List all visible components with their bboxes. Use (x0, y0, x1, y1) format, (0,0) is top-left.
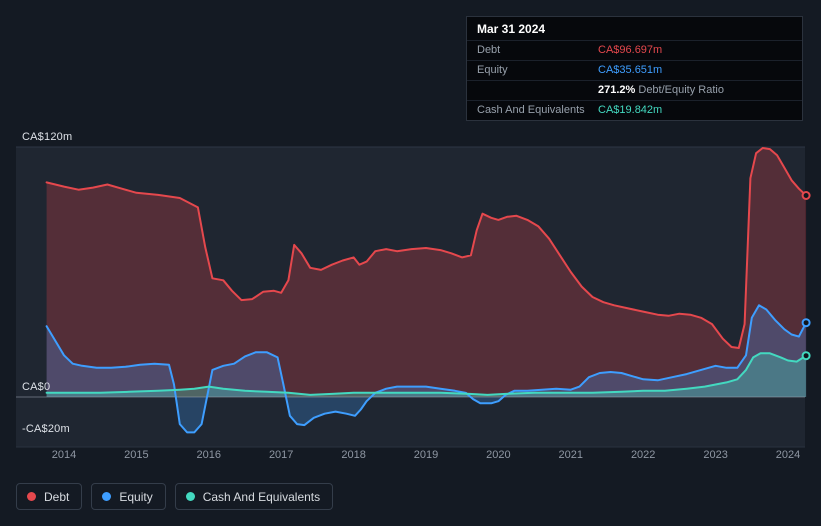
tooltip-date: Mar 31 2024 (477, 22, 546, 36)
tooltip-ratio-value: 271.2% (598, 84, 636, 96)
x-axis-label-2021: 2021 (558, 449, 584, 461)
cash-endpoint-marker (801, 351, 811, 361)
legend-item-equity[interactable]: Equity (91, 483, 166, 510)
x-axis-label-2014: 2014 (51, 449, 77, 461)
y-axis-label-120: CA$120m (22, 131, 73, 143)
debt-legend-label: Debt (44, 489, 70, 504)
tooltip-equity-label: Equity (477, 64, 508, 76)
cash-legend-label: Cash And Equivalents (202, 489, 321, 504)
x-axis-label-2017: 2017 (268, 449, 294, 461)
x-axis-label-2018: 2018 (341, 449, 366, 461)
tooltip-ratio: 271.2% Debt/Equity Ratio (598, 84, 724, 97)
tooltip-row-ratio: 271.2% Debt/Equity Ratio (467, 80, 802, 100)
tooltip-row-debt: Debt CA$96.697m (467, 40, 802, 60)
legend-item-cash[interactable]: Cash And Equivalents (174, 483, 334, 510)
x-axis-label-2019: 2019 (413, 449, 439, 461)
tooltip-row-cash: Cash And Equivalents CA$19.842m (467, 100, 802, 120)
tooltip-row-equity: Equity CA$35.651m (467, 60, 802, 80)
x-axis-label-2022: 2022 (630, 449, 656, 461)
x-axis-label-2023: 2023 (703, 449, 728, 461)
x-axis-label-2024: 2024 (775, 449, 801, 461)
equity-legend-dot (102, 492, 112, 501)
tooltip-cash-label: Cash And Equivalents (477, 104, 585, 116)
cash-legend-dot (185, 492, 195, 501)
legend-item-debt[interactable]: Debt (16, 483, 83, 510)
y-axis-label-0: CA$0 (22, 381, 51, 393)
y-axis-label--20: -CA$20m (22, 422, 70, 435)
tooltip-debt-value: CA$96.697m (598, 44, 663, 56)
tooltip-ratio-label: Debt/Equity Ratio (638, 84, 724, 96)
x-axis-label-2015: 2015 (124, 449, 149, 461)
equity-legend-label: Equity (119, 489, 153, 504)
tooltip-equity-value: CA$35.651m (598, 64, 663, 76)
debt-endpoint-marker (801, 191, 811, 200)
tooltip-debt-label: Debt (477, 44, 501, 56)
tooltip: Mar 31 2024 Debt CA$96.697m Equity CA$35… (466, 16, 803, 121)
legend: Debt Equity Cash And Equivalents (16, 483, 334, 510)
x-axis-label-2016: 2016 (196, 449, 222, 461)
equity-endpoint-marker (801, 318, 811, 328)
debt-legend-dot (27, 492, 36, 501)
debt-equity-history-chart: CA$120m CA$0 -CA$20m 2014 2015 2016 2017 2018 2… (0, 0, 821, 526)
tooltip-cash-value: CA$19.842m (598, 104, 663, 116)
x-axis-label-2020: 2020 (486, 449, 511, 461)
